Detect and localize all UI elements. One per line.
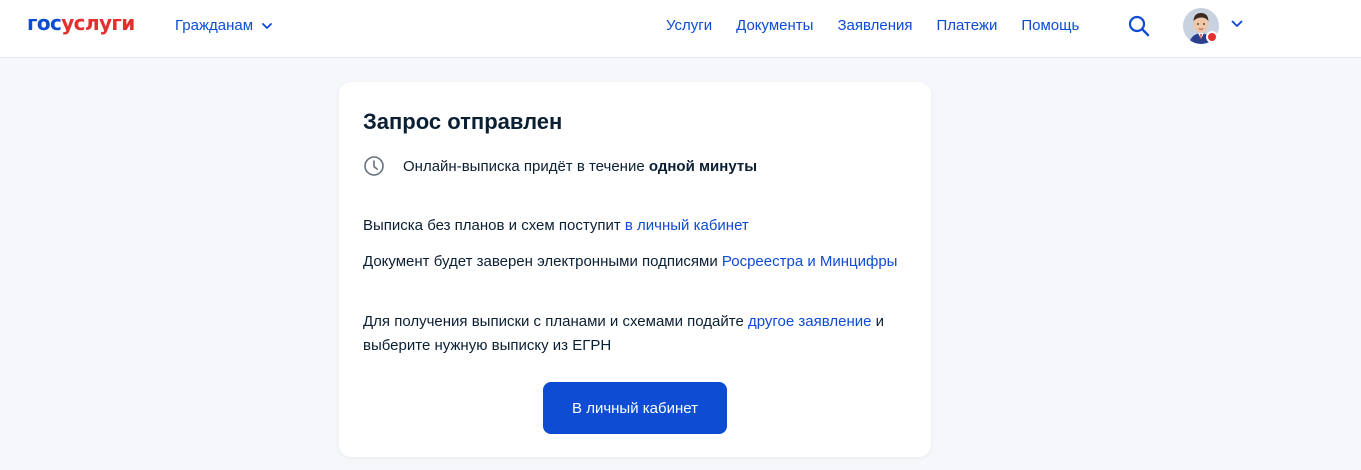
- nav-item-payments[interactable]: Платежи: [937, 17, 998, 34]
- page-title: Запрос отправлен: [363, 109, 563, 134]
- nav-item-documents[interactable]: Документы: [736, 17, 813, 34]
- chevron-down-icon: [262, 22, 272, 29]
- nav-item-applications[interactable]: Заявления: [837, 17, 912, 34]
- paragraph-other-request-text: Для получения выписки с планами и схемам…: [363, 313, 748, 330]
- link-other-request[interactable]: другое заявление: [748, 313, 872, 330]
- notification-dot: [1206, 31, 1218, 43]
- audience-dropdown[interactable]: Гражданам: [175, 17, 272, 34]
- paragraph-signatures-text: Документ будет заверен электронными подп…: [363, 253, 722, 270]
- timer-text-bold: одной минуты: [648, 157, 758, 175]
- chevron-down-icon[interactable]: [1231, 20, 1243, 28]
- request-sent-card: Запрос отправлен Онлайн-выписка придёт в…: [339, 82, 931, 457]
- paragraph-cabinet-text: Выписка без планов и схем поступит: [363, 217, 625, 234]
- logo-part-uslugi: услуги: [61, 11, 135, 35]
- site-header: госуслуги Гражданам Услуги Документы Зая…: [0, 0, 1361, 58]
- link-cabinet[interactable]: в личный кабинет: [625, 217, 749, 234]
- nav-item-services[interactable]: Услуги: [666, 17, 712, 34]
- go-to-cabinet-button[interactable]: В личный кабинет: [543, 382, 727, 434]
- gosuslugi-logo[interactable]: госуслуги: [27, 11, 135, 35]
- paragraph-cabinet: Выписка без планов и схем поступит в лич…: [363, 214, 918, 238]
- nav-item-help[interactable]: Помощь: [1021, 17, 1079, 34]
- timer-text-main: Онлайн-выписка придёт в течение: [403, 157, 649, 175]
- main-nav: Услуги Документы Заявления Платежи Помощ…: [666, 17, 1079, 34]
- timer-text: Онлайн-выписка придёт в течение одной ми…: [403, 158, 757, 175]
- clock-icon: [364, 156, 384, 176]
- audience-label: Гражданам: [175, 17, 254, 34]
- search-icon[interactable]: [1128, 15, 1150, 37]
- timer-info: Онлайн-выписка придёт в течение одной ми…: [363, 155, 757, 177]
- paragraph-other-request: Для получения выписки с планами и схемам…: [363, 310, 918, 358]
- link-rosreestr-mincifry[interactable]: Росреестра и Минцифры: [722, 253, 898, 270]
- paragraph-signatures: Документ будет заверен электронными подп…: [363, 250, 918, 274]
- logo-part-gos: гос: [27, 11, 62, 35]
